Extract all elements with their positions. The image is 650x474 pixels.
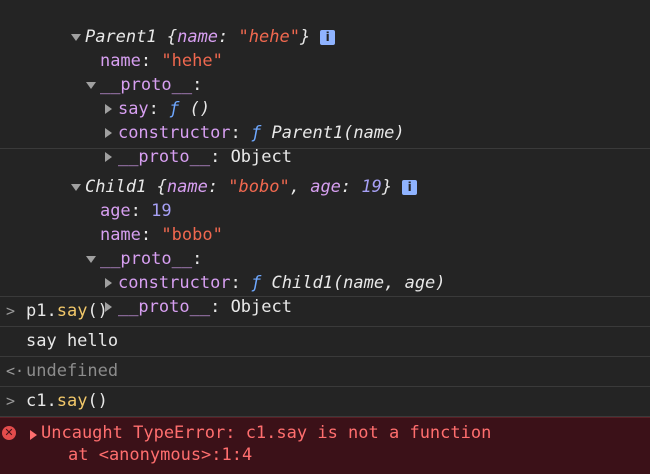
child1-prop-name: name: "bobo" (99, 225, 223, 245)
console-input-row[interactable]: > p1.say() (0, 297, 650, 327)
child1-header[interactable]: Child1 {name: "bobo", age: 19} i (0, 151, 650, 197)
error-message: Uncaught TypeError: c1.say is not a func… (41, 423, 492, 443)
child1-prop-age: age: 19 (99, 201, 172, 221)
input-prompt-icon: > (6, 392, 16, 410)
console-log-row: say hello (0, 327, 650, 357)
parent1-proto-say[interactable]: say: ƒ () (0, 73, 650, 119)
parent1-proto-constructor[interactable]: constructor: ƒ Parent1(name) (0, 97, 650, 143)
child1-proto-constructor[interactable]: constructor: ƒ Child1(name, age) (0, 247, 650, 293)
input-prompt-icon: > (6, 302, 16, 320)
return-value: undefined (26, 361, 119, 381)
error-icon: ✕ (2, 426, 16, 440)
error-stack-location[interactable]: at <anonymous>:1:4 (68, 444, 252, 466)
parent1-header[interactable]: Parent1 {name: "hehe"} i (0, 1, 650, 47)
child1-proto-proto[interactable]: __proto__: Object (0, 271, 650, 317)
console-error-row[interactable]: ✕ Uncaught TypeError: c1.say is not a fu… (0, 417, 650, 474)
parent1-object-block: Parent1 {name: "hehe"} i name: "hehe" __p… (0, 0, 650, 167)
parent1-proto-proto[interactable]: __proto__: Object (0, 121, 650, 167)
parent1-prop-name: name: "hehe" (99, 51, 223, 71)
console-return-row: <· undefined (0, 357, 650, 387)
child1-proto[interactable]: __proto__: (0, 223, 650, 269)
command-parens: () (87, 301, 108, 321)
child1-object-block: Child1 {name: "bobo", age: 19} i age: 19 … (0, 149, 650, 317)
expand-error-triangle-icon[interactable] (30, 430, 37, 440)
command-method: say (56, 301, 88, 321)
return-arrow-icon: <· (6, 362, 25, 380)
log-output: say hello (26, 331, 119, 351)
parent1-proto[interactable]: __proto__: (0, 49, 650, 95)
console-input-row[interactable]: > c1.say() (0, 387, 650, 417)
command-parens: () (87, 391, 108, 411)
command-object: c1. (26, 391, 57, 411)
command-object: p1. (26, 301, 57, 321)
command-method: say (56, 391, 88, 411)
